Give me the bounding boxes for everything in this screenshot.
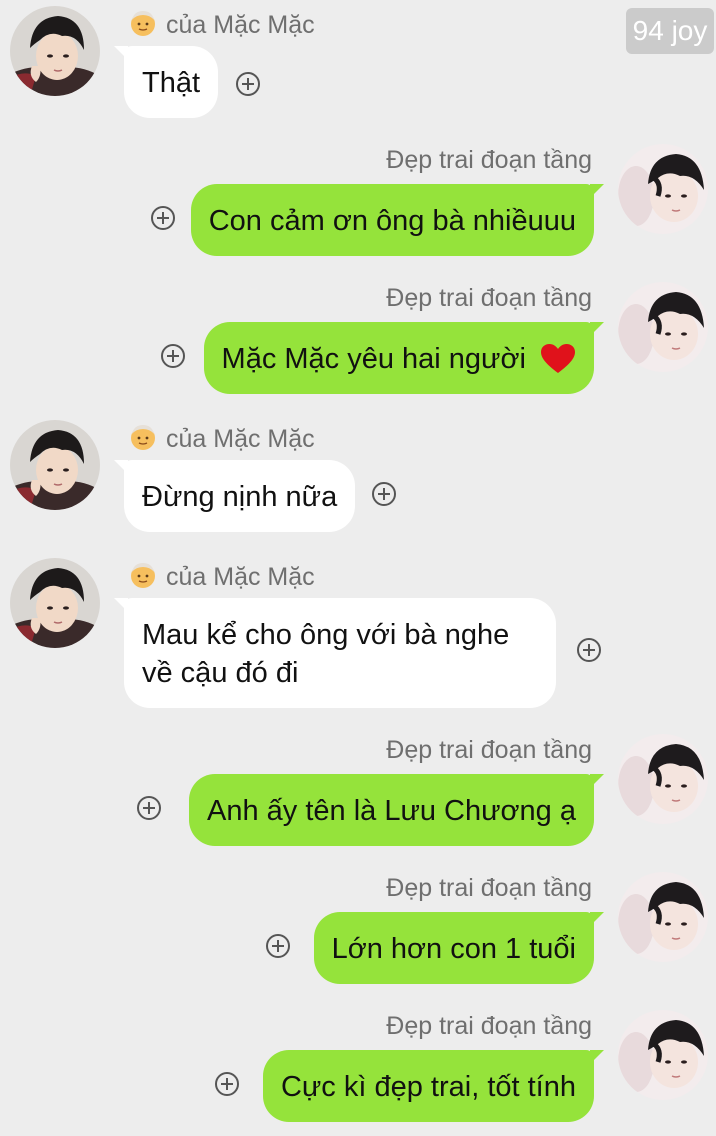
avatar[interactable]	[618, 144, 708, 234]
avatar-image	[618, 282, 708, 372]
sender-name: của Mặc Mặc	[128, 560, 315, 592]
add-circle-icon[interactable]	[266, 934, 290, 958]
avatar[interactable]	[618, 1010, 708, 1100]
old-man-emoji-icon	[128, 422, 158, 452]
avatar-image	[10, 6, 100, 96]
sender-label: Đẹp trai đoạn tầng	[386, 736, 592, 764]
avatar[interactable]	[618, 734, 708, 824]
red-heart-icon	[541, 344, 575, 373]
add-circle-icon[interactable]	[137, 796, 161, 820]
sender-label: Đẹp trai đoạn tầng	[386, 146, 592, 174]
message-text: Cực kì đẹp trai, tốt tính	[280, 1071, 576, 1103]
avatar[interactable]	[10, 558, 100, 648]
add-circle-icon[interactable]	[161, 344, 185, 368]
message-bubble[interactable]: Anh ấy tên là Lưu Chương ạ	[188, 774, 605, 846]
message-text: Mặc Mặc yêu hai người	[221, 343, 526, 375]
avatar[interactable]	[618, 282, 708, 372]
avatar-image	[618, 734, 708, 824]
sender-label: Đẹp trai đoạn tầng	[386, 284, 592, 312]
sender-name: Đẹp trai đoạn tầng	[386, 736, 592, 765]
avatar[interactable]	[618, 872, 708, 962]
watermark-badge: 94 joy	[626, 8, 714, 54]
sender-label: của Mặc Mặc	[166, 563, 315, 591]
message-text: Con cảm ơn ông bà nhiềuuu	[208, 205, 576, 237]
add-circle-icon[interactable]	[577, 638, 601, 662]
sender-label: Đẹp trai đoạn tầng	[386, 874, 592, 902]
avatar[interactable]	[10, 6, 100, 96]
message-bubble[interactable]: Mau kể cho ông với bà nghe về cậu đó đi	[114, 598, 556, 708]
sender-name: Đẹp trai đoạn tầng	[386, 874, 592, 903]
add-circle-icon[interactable]	[215, 1072, 239, 1096]
sender-name: của Mặc Mặc	[128, 8, 315, 40]
add-circle-icon[interactable]	[236, 72, 260, 96]
message-text: Thật	[142, 67, 201, 99]
avatar-image	[618, 872, 708, 962]
sender-label: Đẹp trai đoạn tầng	[386, 1012, 592, 1040]
avatar[interactable]	[10, 420, 100, 510]
sender-name: Đẹp trai đoạn tầng	[386, 146, 592, 175]
message-text: Lớn hơn con 1 tuổi	[331, 933, 576, 965]
avatar-image	[10, 558, 100, 648]
message-text: Anh ấy tên là Lưu Chương ạ	[206, 795, 576, 827]
message-bubble[interactable]: Mặc Mặc yêu hai người	[203, 322, 605, 394]
message-text: Mau kể cho ông với bà nghe về cậu đó đi	[142, 619, 510, 689]
avatar-image	[618, 144, 708, 234]
message-bubble[interactable]: Lớn hơn con 1 tuổi	[313, 912, 605, 984]
sender-name: Đẹp trai đoạn tầng	[386, 1012, 592, 1041]
sender-label: của Mặc Mặc	[166, 11, 315, 39]
avatar-image	[618, 1010, 708, 1100]
message-bubble[interactable]: Thật	[113, 46, 219, 118]
message-bubble[interactable]: Cực kì đẹp trai, tốt tính	[262, 1050, 605, 1122]
message-bubble[interactable]: Đừng nịnh nữa	[113, 460, 356, 532]
add-circle-icon[interactable]	[151, 206, 175, 230]
sender-label: của Mặc Mặc	[166, 425, 315, 453]
old-man-emoji-icon	[128, 560, 158, 590]
sender-name: Đẹp trai đoạn tầng	[386, 284, 592, 313]
message-bubble[interactable]: Con cảm ơn ông bà nhiềuuu	[190, 184, 605, 256]
message-text: Đừng nịnh nữa	[142, 481, 338, 513]
sender-name: của Mặc Mặc	[128, 422, 315, 454]
old-man-emoji-icon	[128, 8, 158, 38]
avatar-image	[10, 420, 100, 510]
add-circle-icon[interactable]	[372, 482, 396, 506]
